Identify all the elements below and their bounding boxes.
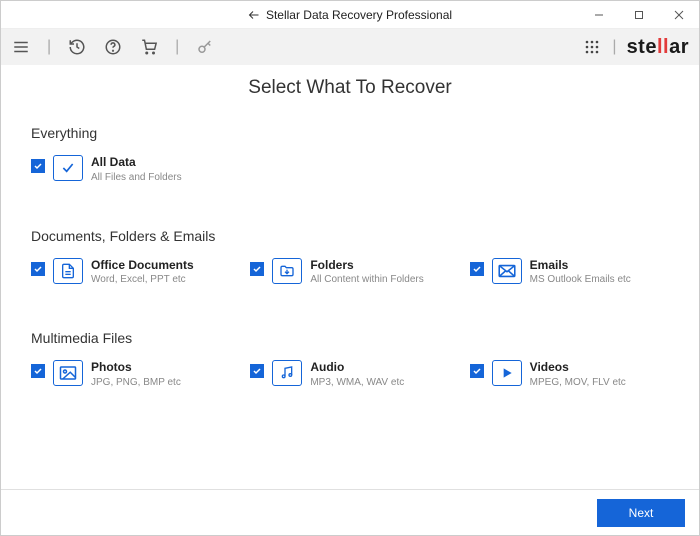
checkbox-folders[interactable] [250, 262, 264, 276]
item-title: Photos [91, 360, 181, 376]
checkbox-audio[interactable] [250, 364, 264, 378]
brand-divider: | [612, 38, 616, 56]
toolbar-right: | stellar [582, 36, 689, 59]
item-sub: All Files and Folders [91, 171, 182, 184]
window-controls [579, 1, 699, 29]
toolbar-divider: | [47, 38, 51, 56]
item-sub: MP3, WMA, WAV etc [310, 376, 404, 389]
section-everything-label: Everything [31, 125, 669, 141]
item-title: Emails [530, 258, 631, 274]
item-title: Office Documents [91, 258, 194, 274]
photo-icon [53, 360, 83, 386]
maximize-button[interactable] [619, 1, 659, 29]
item-sub: MS Outlook Emails etc [530, 273, 631, 286]
item-all-data[interactable]: All Data All Files and Folders [31, 155, 241, 184]
row-everything: All Data All Files and Folders [31, 155, 669, 184]
minimize-button[interactable] [579, 1, 619, 29]
audio-icon [272, 360, 302, 386]
grid-icon[interactable] [582, 37, 602, 57]
document-icon [53, 258, 83, 284]
footer: Next [1, 489, 699, 535]
checkbox-videos[interactable] [470, 364, 484, 378]
checkbox-emails[interactable] [470, 262, 484, 276]
close-button[interactable] [659, 1, 699, 29]
section-media-label: Multimedia Files [31, 330, 669, 346]
back-arrow-icon [248, 9, 260, 21]
row-media: Photos JPG, PNG, BMP etc Audio MP3, WMA,… [31, 360, 669, 389]
row-docs: Office Documents Word, Excel, PPT etc Fo… [31, 258, 669, 287]
all-data-icon [53, 155, 83, 181]
next-button[interactable]: Next [597, 499, 685, 527]
window-title: Stellar Data Recovery Professional [266, 8, 452, 22]
main-content: Select What To Recover Everything All Da… [1, 65, 699, 389]
cart-icon[interactable] [139, 37, 159, 57]
checkbox-photos[interactable] [31, 364, 45, 378]
window-title-wrap: Stellar Data Recovery Professional [248, 8, 452, 22]
toolbar-divider-2: | [175, 38, 179, 56]
titlebar: Stellar Data Recovery Professional [1, 1, 699, 29]
history-icon[interactable] [67, 37, 87, 57]
item-sub: All Content within Folders [310, 273, 423, 286]
item-title: All Data [91, 155, 182, 171]
video-icon [492, 360, 522, 386]
item-title: Audio [310, 360, 404, 376]
brand-logo: stellar [627, 36, 689, 59]
item-sub: JPG, PNG, BMP etc [91, 376, 181, 389]
section-docs-label: Documents, Folders & Emails [31, 228, 669, 244]
checkbox-office[interactable] [31, 262, 45, 276]
item-sub: MPEG, MOV, FLV etc [530, 376, 626, 389]
toolbar: | | | stellar [1, 29, 699, 65]
item-folders[interactable]: Folders All Content within Folders [250, 258, 449, 287]
toolbar-left: | | [11, 37, 215, 57]
item-photos[interactable]: Photos JPG, PNG, BMP etc [31, 360, 230, 389]
folder-icon [272, 258, 302, 284]
item-videos[interactable]: Videos MPEG, MOV, FLV etc [470, 360, 669, 389]
item-title: Videos [530, 360, 626, 376]
item-office-documents[interactable]: Office Documents Word, Excel, PPT etc [31, 258, 230, 287]
item-title: Folders [310, 258, 423, 274]
checkbox-all-data[interactable] [31, 159, 45, 173]
item-emails[interactable]: Emails MS Outlook Emails etc [470, 258, 669, 287]
item-audio[interactable]: Audio MP3, WMA, WAV etc [250, 360, 449, 389]
page-title: Select What To Recover [31, 77, 669, 99]
email-icon [492, 258, 522, 284]
key-icon[interactable] [195, 37, 215, 57]
help-icon[interactable] [103, 37, 123, 57]
menu-icon[interactable] [11, 37, 31, 57]
item-sub: Word, Excel, PPT etc [91, 273, 194, 286]
